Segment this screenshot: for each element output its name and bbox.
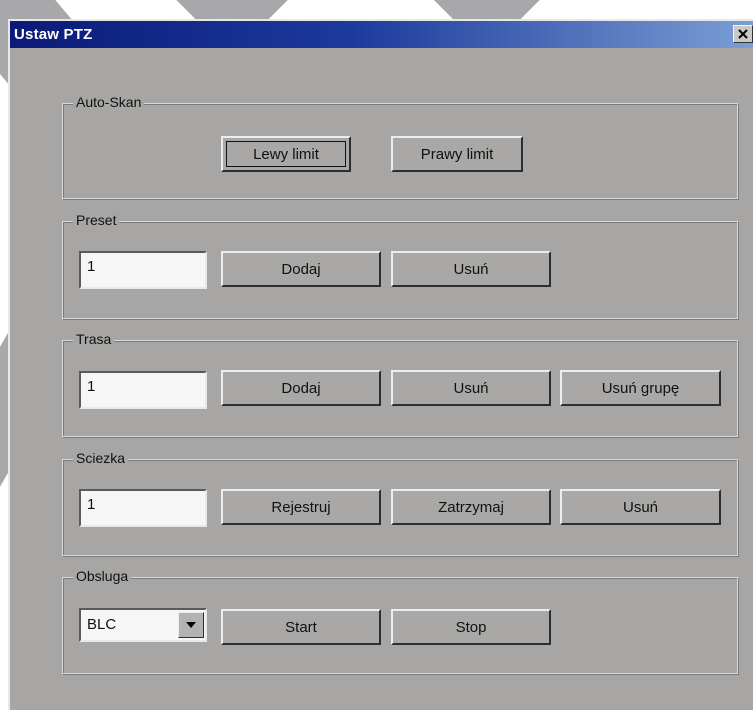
screenshot-stage: Ustaw PTZ Auto-Skan Lewy limit Prawy lim…: [0, 0, 753, 710]
preset-label: Preset: [73, 211, 120, 229]
path-group: Sciezka Rejestruj Zatrzymaj Usuń: [62, 449, 738, 556]
service-label: Obsluga: [73, 567, 132, 585]
preset-add-button[interactable]: Dodaj: [221, 251, 381, 287]
route-group: Trasa Dodaj Usuń Usuń grupę: [62, 330, 738, 437]
route-number-input[interactable]: [79, 371, 207, 409]
path-remove-button[interactable]: Usuń: [560, 489, 721, 525]
path-record-button[interactable]: Rejestruj: [221, 489, 381, 525]
path-label: Sciezka: [73, 449, 129, 467]
path-number-input[interactable]: [79, 489, 207, 527]
route-remove-button[interactable]: Usuń: [391, 370, 551, 406]
service-group: Obsluga BLC Start Stop: [62, 567, 738, 674]
window-title: Ustaw PTZ: [14, 26, 93, 43]
preset-group: Preset Dodaj Usuń: [62, 211, 738, 319]
title-bar: Ustaw PTZ: [10, 21, 753, 48]
route-add-button[interactable]: Dodaj: [221, 370, 381, 406]
route-label: Trasa: [73, 330, 115, 348]
service-stop-button[interactable]: Stop: [391, 609, 551, 645]
path-stop-button[interactable]: Zatrzymaj: [391, 489, 551, 525]
dropdown-arrow-button[interactable]: [178, 612, 204, 638]
left-limit-button[interactable]: Lewy limit: [221, 136, 351, 172]
right-limit-button[interactable]: Prawy limit: [391, 136, 523, 172]
service-mode-select[interactable]: BLC: [79, 608, 207, 642]
close-icon: [738, 29, 748, 39]
preset-number-input[interactable]: [79, 251, 207, 289]
route-remove-group-button[interactable]: Usuń grupę: [560, 370, 721, 406]
preset-remove-button[interactable]: Usuń: [391, 251, 551, 287]
close-button[interactable]: [733, 25, 753, 43]
chevron-down-icon: [186, 622, 196, 628]
autoscan-label: Auto-Skan: [73, 93, 145, 111]
ptz-dialog: Ustaw PTZ Auto-Skan Lewy limit Prawy lim…: [8, 19, 753, 710]
service-start-button[interactable]: Start: [221, 609, 381, 645]
service-mode-value: BLC: [87, 616, 117, 633]
autoscan-group: Auto-Skan Lewy limit Prawy limit: [62, 93, 738, 199]
